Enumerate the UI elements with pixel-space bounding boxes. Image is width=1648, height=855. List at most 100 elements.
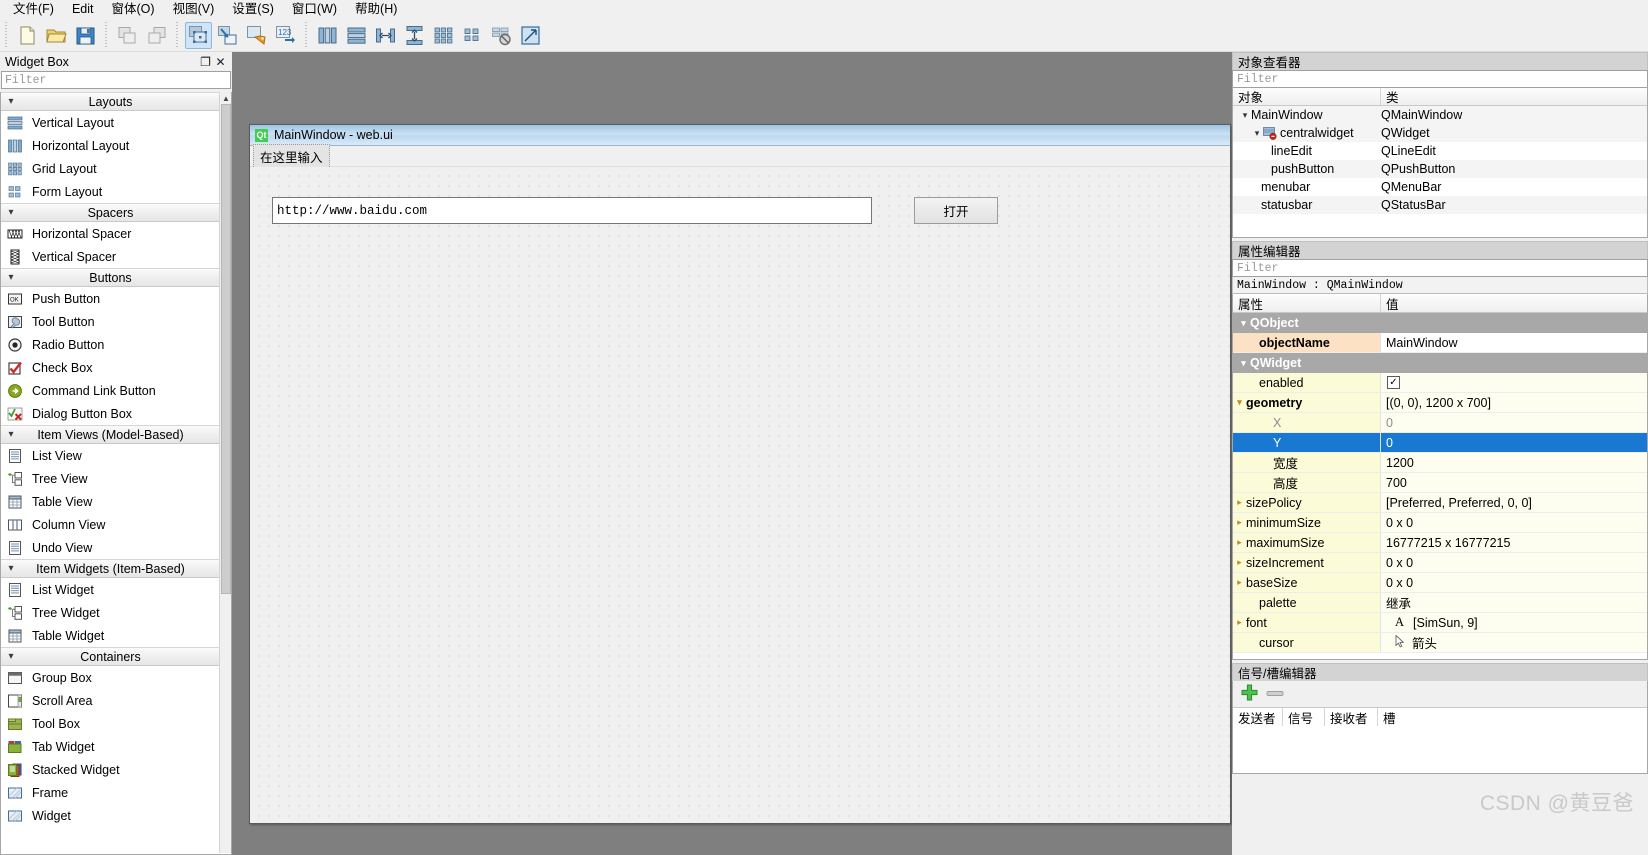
widget-item-table-view[interactable]: Table View [1, 490, 220, 513]
form-menubar[interactable]: 在这里输入 [250, 143, 1230, 169]
menu-form[interactable]: 窗体(O) [103, 0, 164, 19]
chevron-right-icon[interactable]: ▸ [1233, 617, 1246, 628]
widget-item-vertical-spacer[interactable]: Vertical Spacer [1, 245, 220, 268]
chevron-right-icon[interactable]: ▸ [1233, 497, 1246, 508]
chevron-down-icon[interactable]: ▾ [1237, 318, 1250, 329]
chevron-right-icon[interactable]: ▸ [1233, 517, 1246, 528]
toolbar-grip-3[interactable] [174, 22, 182, 48]
widget-item-check-box[interactable]: Check Box [1, 356, 220, 379]
property-row-basesize[interactable]: ▸ baseSize 0 x 0 [1233, 573, 1647, 593]
menu-window[interactable]: 窗口(W) [283, 0, 346, 19]
property-row-sizepolicy[interactable]: ▸ sizePolicy [Preferred, Preferred, 0, 0] [1233, 493, 1647, 513]
widget-box-category-item-widgets[interactable]: ▾ Item Widgets (Item-Based) [1, 559, 220, 578]
widget-box-category-spacers[interactable]: ▾ Spacers [1, 203, 220, 222]
remove-icon[interactable] [1266, 687, 1284, 701]
object-row-lineedit[interactable]: lineEdit QLineEdit [1233, 142, 1647, 160]
object-row-statusbar[interactable]: statusbar QStatusBar [1233, 196, 1647, 214]
property-row-cursor[interactable]: cursor 箭头 [1233, 633, 1647, 653]
layout-horizontally-icon[interactable] [314, 22, 341, 49]
widget-item-grid-layout[interactable]: Grid Layout [1, 157, 220, 180]
form-titlebar[interactable]: Qt MainWindow - web.ui [250, 125, 1230, 146]
edit-tab-order-icon[interactable]: 123 [272, 22, 299, 49]
widget-item-tab-widget[interactable]: Tab Widget [1, 735, 220, 758]
layout-form-icon[interactable] [459, 22, 486, 49]
property-editor-filter-input[interactable]: Filter [1232, 259, 1648, 277]
adjust-size-icon[interactable] [517, 22, 544, 49]
toolbar-grip-1[interactable] [3, 22, 11, 48]
widget-item-list-widget[interactable]: List Widget [1, 578, 220, 601]
widget-item-horizontal-layout[interactable]: Horizontal Layout [1, 134, 220, 157]
widget-box-category-layouts[interactable]: ▾ Layouts [1, 92, 220, 111]
undo-icon[interactable] [114, 22, 141, 49]
object-row-mainwindow[interactable]: ▾ MainWindow QMainWindow [1233, 106, 1647, 124]
chevron-down-icon[interactable]: ▾ [1233, 397, 1246, 408]
widget-box-category-item-views[interactable]: ▾ Item Views (Model-Based) [1, 425, 220, 444]
form-menu-placeholder[interactable]: 在这里输入 [253, 143, 330, 169]
object-inspector-tree[interactable]: 对象 类 ▾ MainWindow QMainWindow ▾ centralw… [1232, 88, 1648, 238]
widget-item-tool-button[interactable]: Tool Button [1, 310, 220, 333]
object-row-centralwidget[interactable]: ▾ centralwidget QWidget [1233, 124, 1647, 142]
menu-help[interactable]: 帮助(H) [346, 0, 406, 19]
chevron-down-icon[interactable]: ▾ [1237, 358, 1250, 369]
form-window-mainwindow[interactable]: Qt MainWindow - web.ui 在这里输入 http://www.… [249, 124, 1231, 824]
object-inspector-filter-input[interactable]: Filter [1232, 70, 1648, 88]
property-row-geometry-y[interactable]: Y 0 [1233, 433, 1647, 453]
widget-item-tree-view[interactable]: Tree View [1, 467, 220, 490]
widget-item-form-layout[interactable]: Form Layout [1, 180, 220, 203]
object-row-pushbutton[interactable]: pushButton QPushButton [1233, 160, 1647, 178]
save-icon[interactable] [72, 22, 99, 49]
object-row-menubar[interactable]: menubar QMenuBar [1233, 178, 1647, 196]
toolbar-grip-4[interactable] [303, 22, 311, 48]
toolbar-grip-2[interactable] [103, 22, 111, 48]
widget-item-group-box[interactable]: Group Box [1, 666, 220, 689]
widget-item-table-widget[interactable]: Table Widget [1, 624, 220, 647]
close-icon[interactable]: ✕ [213, 54, 228, 69]
edit-buddies-icon[interactable] [243, 22, 270, 49]
widget-item-push-button[interactable]: OK Push Button [1, 287, 220, 310]
widget-item-stacked-widget[interactable]: Stacked Widget [1, 758, 220, 781]
property-row-sizeincrement[interactable]: ▸ sizeIncrement 0 x 0 [1233, 553, 1647, 573]
signal-slot-body[interactable] [1233, 726, 1647, 773]
layout-vertically-icon[interactable] [343, 22, 370, 49]
scroll-up-icon[interactable]: ▲ [220, 92, 231, 104]
new-file-icon[interactable] [14, 22, 41, 49]
property-editor-table[interactable]: 属性 值 ▾ QObject objectName MainWindow ▾ QWi… [1232, 294, 1648, 660]
menu-edit[interactable]: Edit [63, 0, 103, 19]
widget-box-category-containers[interactable]: ▾ Containers [1, 647, 220, 666]
property-row-palette[interactable]: palette 继承 [1233, 593, 1647, 613]
widget-item-frame[interactable]: Frame [1, 781, 220, 804]
layout-in-splitter-h-icon[interactable] [372, 22, 399, 49]
line-edit-url[interactable]: http://www.baidu.com [272, 197, 872, 224]
property-row-geometry-width[interactable]: 宽度 1200 [1233, 453, 1647, 473]
add-icon[interactable] [1241, 684, 1258, 704]
chevron-down-icon[interactable]: ▾ [1239, 110, 1251, 121]
widget-item-undo-view[interactable]: Undo View [1, 536, 220, 559]
property-row-geometry-x[interactable]: X 0 [1233, 413, 1647, 433]
widget-item-radio-button[interactable]: Radio Button [1, 333, 220, 356]
menu-view[interactable]: 视图(V) [164, 0, 224, 19]
widget-item-vertical-layout[interactable]: Vertical Layout [1, 111, 220, 134]
scrollbar-thumb[interactable] [221, 104, 231, 594]
form-canvas[interactable]: http://www.baidu.com 打开 [250, 167, 1230, 823]
property-group-qwidget[interactable]: ▾ QWidget [1233, 353, 1647, 373]
widget-box-scrollbar[interactable]: ▲ [219, 92, 231, 853]
widget-item-widget[interactable]: Widget [1, 804, 220, 827]
property-row-minimumsize[interactable]: ▸ minimumSize 0 x 0 [1233, 513, 1647, 533]
widget-box-filter-input[interactable]: Filter [1, 71, 231, 89]
widget-item-list-view[interactable]: List View [1, 444, 220, 467]
chevron-right-icon[interactable]: ▸ [1233, 557, 1246, 568]
property-group-qobject[interactable]: ▾ QObject [1233, 313, 1647, 333]
menu-settings[interactable]: 设置(S) [223, 0, 283, 19]
widget-item-column-view[interactable]: Column View [1, 513, 220, 536]
property-row-geometry[interactable]: ▾ geometry [(0, 0), 1200 x 700] [1233, 393, 1647, 413]
float-icon[interactable]: ❐ [198, 54, 213, 69]
chevron-down-icon[interactable]: ▾ [1251, 128, 1263, 139]
widget-item-tool-box[interactable]: Tool Box [1, 712, 220, 735]
enabled-checkbox[interactable]: ✓ [1387, 376, 1400, 389]
widget-item-command-link-button[interactable]: Command Link Button [1, 379, 220, 402]
widget-box-category-buttons[interactable]: ▾ Buttons [1, 268, 220, 287]
property-row-enabled[interactable]: enabled ✓ [1233, 373, 1647, 393]
widget-item-tree-widget[interactable]: Tree Widget [1, 601, 220, 624]
widget-item-horizontal-spacer[interactable]: Horizontal Spacer [1, 222, 220, 245]
layout-grid-icon[interactable] [430, 22, 457, 49]
